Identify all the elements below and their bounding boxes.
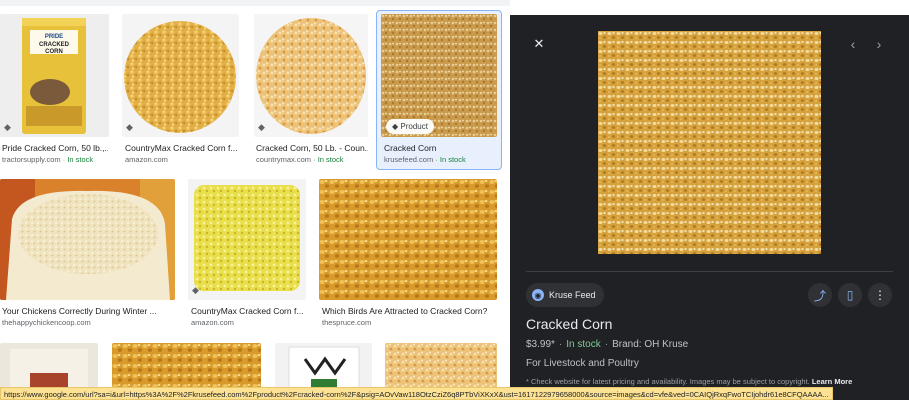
separator-dot: · (311, 155, 318, 164)
in-stock-label: In stock (317, 155, 344, 164)
result-title[interactable]: Pride Cracked Corn, 50 lb.,... (2, 143, 108, 153)
price: $3.99* (526, 339, 555, 350)
result-title[interactable]: CountryMax Cracked Corn f... (125, 143, 237, 153)
separator-dot: · (604, 339, 609, 350)
thumbnail-corn-sack[interactable] (0, 179, 175, 300)
close-panel-button[interactable]: ✕ (530, 35, 548, 53)
copyright-disclaimer: * Check website for latest pricing and a… (526, 377, 852, 386)
close-icon: ✕ (533, 36, 545, 51)
thumbnail-corn-closeup[interactable] (319, 179, 497, 300)
result-source: thehappychickencoop.com (2, 318, 91, 327)
thumbnail-corn-pile-light[interactable]: ◆ (254, 14, 368, 137)
in-stock-label: In stock (566, 339, 601, 350)
brand-label: Brand: OH Kruse (612, 339, 689, 350)
result-source-domain: krusefeed.com (384, 155, 434, 164)
shopping-tag-icon: ◆ (192, 285, 199, 295)
thumbnail-corn-pile[interactable]: ◆ (122, 14, 239, 137)
disclaimer-text: * Check website for latest pricing and a… (526, 377, 810, 386)
thumbnail-pride-bag[interactable]: PRIDE CRACKED CORN ◆ (0, 14, 109, 137)
product-badge-label: Product (400, 122, 428, 131)
separator-dot: · (433, 155, 440, 164)
shopping-tag-icon: ◆ (4, 122, 11, 132)
result-title[interactable]: Your Chickens Correctly During Winter ..… (2, 306, 174, 316)
price-row: $3.99* · In stock · Brand: OH Kruse (526, 339, 688, 350)
chevron-right-icon: › (876, 36, 882, 52)
in-stock-label: In stock (439, 155, 466, 164)
thumbnail-cracked-corn-selected[interactable]: ◆ Product (381, 14, 497, 137)
status-bar-url: https://www.google.com/url?sa=i&url=http… (0, 387, 833, 400)
share-icon: ⤴ (813, 288, 826, 303)
result-source: countrymax.com · In stock (256, 155, 344, 164)
separator-dot: · (558, 339, 563, 350)
shopping-tag-icon: ◆ (258, 122, 265, 132)
panel-divider (526, 271, 893, 272)
more-options-button[interactable]: ⋮ (868, 283, 892, 307)
bookmark-icon: ▯ (846, 288, 854, 302)
bag-line1-text: CRACKED (39, 42, 70, 48)
image-preview-panel: ✕ ‹ › ◉ Kruse Feed ⤴ ▯ ⋮ Cracked Corn $3… (510, 15, 909, 400)
result-title[interactable]: Which Birds Are Attracted to Cracked Cor… (322, 306, 496, 316)
result-source: thespruce.com (322, 318, 372, 327)
previous-image-button[interactable]: ‹ (845, 35, 861, 53)
bag-brand-text: PRIDE (45, 34, 63, 40)
result-source-domain: tractorsupply.com (2, 155, 61, 164)
bag-line2-text: CORN (45, 49, 63, 55)
preview-title[interactable]: Cracked Corn (526, 316, 612, 332)
chevron-left-icon: ‹ (850, 36, 856, 52)
product-badge: ◆ Product (386, 119, 434, 134)
shopping-tag-icon: ◆ (126, 122, 133, 132)
source-site-chip[interactable]: ◉ Kruse Feed (526, 283, 604, 307)
source-site-name: Kruse Feed (549, 290, 596, 300)
result-title[interactable]: Cracked Corn, 50 Lb. - Coun... (256, 143, 368, 153)
product-description: For Livestock and Poultry (526, 358, 639, 369)
result-title[interactable]: Cracked Corn (384, 143, 496, 153)
result-source: amazon.com (125, 155, 168, 164)
top-divider (0, 0, 510, 6)
next-image-button[interactable]: › (871, 35, 887, 53)
learn-more-link[interactable]: Learn More (812, 377, 852, 386)
image-results-grid: PRIDE CRACKED CORN ◆ Pride Cracked Corn,… (0, 0, 510, 400)
result-source-domain: countrymax.com (256, 155, 312, 164)
more-vertical-icon: ⋮ (874, 288, 886, 302)
result-source: tractorsupply.com · In stock (2, 155, 93, 164)
preview-image-cracked-corn[interactable] (598, 31, 821, 254)
globe-icon: ◉ (532, 289, 544, 301)
thumbnail-corn-bright[interactable]: ◆ (188, 179, 306, 300)
result-title[interactable]: CountryMax Cracked Corn f... (191, 306, 305, 316)
result-source: amazon.com (191, 318, 234, 327)
share-button[interactable]: ⤴ (808, 283, 832, 307)
in-stock-label: In stock (67, 155, 94, 164)
save-bookmark-button[interactable]: ▯ (838, 283, 862, 307)
result-source: krusefeed.com · In stock (384, 155, 466, 164)
